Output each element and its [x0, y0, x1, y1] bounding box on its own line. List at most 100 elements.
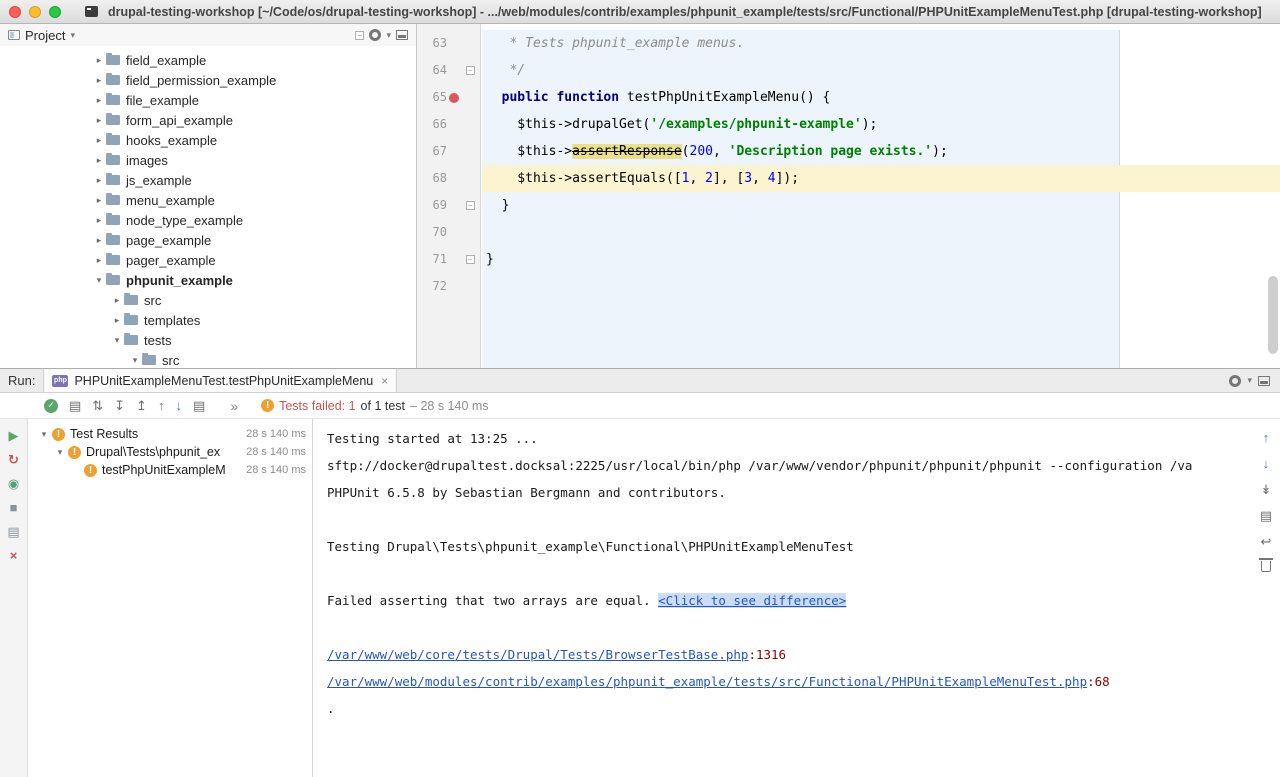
chevron-right-icon[interactable]: ▸ — [110, 295, 124, 306]
test-history-button[interactable]: ▤ — [193, 399, 205, 412]
tree-item[interactable]: ▸node_type_example — [0, 210, 416, 230]
test-tree-row[interactable]: !testPhpUnitExampleM28 s 140 ms — [28, 461, 312, 479]
code-line[interactable]: 72 — [417, 273, 1280, 300]
code-line[interactable]: 69– } — [417, 192, 1280, 219]
chevron-right-icon[interactable]: ▸ — [92, 115, 106, 126]
test-failed-gutter-icon[interactable] — [449, 93, 459, 103]
code-line[interactable]: 63 * Tests phpunit_example menus. — [417, 30, 1280, 57]
chevron-down-icon[interactable]: ▾ — [70, 30, 75, 41]
tree-item[interactable]: ▸pager_example — [0, 250, 416, 270]
chevron-right-icon[interactable]: ▸ — [92, 95, 106, 106]
code-line[interactable]: 64– */ — [417, 57, 1280, 84]
toggle-auto-test-button[interactable]: ◉ — [8, 477, 19, 490]
tree-item[interactable]: ▾phpunit_example — [0, 270, 416, 290]
chevron-right-icon[interactable]: ▸ — [92, 235, 106, 246]
code-text[interactable] — [482, 219, 1280, 246]
settings-gear-icon[interactable] — [369, 29, 381, 41]
show-ignored-button[interactable]: ▤ — [69, 399, 81, 412]
previous-failed-test-button[interactable]: ↑ — [158, 399, 165, 412]
chevron-right-icon[interactable]: ▸ — [92, 195, 106, 206]
code-text[interactable]: $this->drupalGet('/examples/phpunit-exam… — [482, 111, 1280, 138]
rerun-failed-tests-button[interactable]: ↻ — [8, 453, 19, 466]
collapse-all-button[interactable]: – — [355, 31, 364, 40]
project-panel-title[interactable]: Project — [25, 28, 65, 43]
fold-marker-icon[interactable]: – — [466, 66, 475, 75]
tree-item[interactable]: ▸menu_example — [0, 190, 416, 210]
close-tab-icon[interactable]: × — [381, 374, 388, 388]
chevron-down-icon[interactable]: ▾ — [128, 355, 142, 366]
code-text[interactable]: $this->assertResponse(200, 'Description … — [482, 138, 1280, 165]
stop-button[interactable]: ■ — [10, 501, 18, 514]
sort-by-duration-button[interactable]: ⇅ — [92, 399, 103, 412]
collapse-all-button[interactable]: ↥ — [136, 399, 147, 412]
clear-console-button[interactable] — [1261, 561, 1271, 572]
code-line[interactable]: 66 $this->drupalGet('/examples/phpunit-e… — [417, 111, 1280, 138]
code-line[interactable]: 65 public function testPhpUnitExampleMen… — [417, 84, 1280, 111]
prev-occurrence-button[interactable]: ↑ — [1263, 431, 1270, 444]
tree-item[interactable]: ▸images — [0, 150, 416, 170]
chevron-down-icon[interactable]: ▾ — [36, 429, 52, 440]
chevron-down-icon[interactable]: ▾ — [52, 447, 68, 458]
tree-item[interactable]: ▸page_example — [0, 230, 416, 250]
scroll-to-end-button[interactable]: ↡ — [1261, 483, 1272, 496]
chevron-right-icon[interactable]: ▸ — [92, 155, 106, 166]
fold-marker-icon[interactable]: – — [466, 255, 475, 264]
hide-run-panel-button[interactable] — [1258, 376, 1270, 386]
next-failed-test-button[interactable]: ↓ — [176, 399, 183, 412]
more-actions-icon[interactable]: » — [230, 399, 238, 413]
chevron-right-icon[interactable]: ▸ — [92, 75, 106, 86]
chevron-down-icon[interactable]: ▾ — [386, 30, 391, 41]
rerun-tests-button[interactable]: ▶ — [9, 429, 19, 442]
tree-item[interactable]: ▸src — [0, 290, 416, 310]
restore-layout-button[interactable]: ▤ — [7, 525, 19, 538]
close-window-button[interactable] — [9, 6, 21, 18]
code-line[interactable]: 68 $this->assertEquals([1, 2], [3, 4]); — [417, 165, 1280, 192]
settings-gear-icon[interactable] — [1229, 375, 1241, 387]
chevron-right-icon[interactable]: ▸ — [92, 255, 106, 266]
code-line[interactable]: 70 — [417, 219, 1280, 246]
editor-empty-area[interactable] — [482, 300, 1280, 368]
tree-item[interactable]: ▾src — [0, 350, 416, 368]
tree-item[interactable]: ▸templates — [0, 310, 416, 330]
project-tool-window-icon[interactable] — [8, 30, 20, 40]
tree-item[interactable]: ▾tests — [0, 330, 416, 350]
code-line[interactable]: 67 $this->assertResponse(200, 'Descripti… — [417, 138, 1280, 165]
tree-item[interactable]: ▸hooks_example — [0, 130, 416, 150]
code-lines[interactable]: 63 * Tests phpunit_example menus.64– */6… — [417, 30, 1280, 300]
code-line[interactable]: 71–} — [417, 246, 1280, 273]
minimize-window-button[interactable] — [29, 6, 41, 18]
next-occurrence-button[interactable]: ↓ — [1263, 457, 1270, 470]
test-tree-row[interactable]: ▾!Drupal\Tests\phpunit_ex28 s 140 ms — [28, 443, 312, 461]
console-link[interactable]: /var/www/web/core/tests/Drupal/Tests/Bro… — [327, 647, 748, 662]
console-link[interactable]: /var/www/web/modules/contrib/examples/ph… — [327, 674, 1087, 689]
print-console-button[interactable]: ▤ — [1260, 509, 1272, 522]
code-text[interactable]: public function testPhpUnitExampleMenu()… — [482, 84, 1280, 111]
editor[interactable]: 63 * Tests phpunit_example menus.64– */6… — [417, 24, 1280, 368]
tree-item[interactable]: ▸field_permission_example — [0, 70, 416, 90]
test-tree-row[interactable]: ▾!Test Results28 s 140 ms — [28, 425, 312, 443]
show-passed-button[interactable]: ✓ — [44, 399, 58, 413]
close-run-panel-button[interactable]: × — [10, 549, 18, 562]
chevron-right-icon[interactable]: ▸ — [92, 55, 106, 66]
code-text[interactable]: */ — [482, 57, 1280, 84]
tree-item[interactable]: ▸field_example — [0, 50, 416, 70]
zoom-window-button[interactable] — [49, 6, 61, 18]
chevron-right-icon[interactable]: ▸ — [92, 135, 106, 146]
console-link[interactable]: <Click to see difference> — [658, 593, 846, 608]
chevron-right-icon[interactable]: ▸ — [92, 215, 106, 226]
editor-scrollbar[interactable] — [1268, 276, 1278, 354]
chevron-down-icon[interactable]: ▾ — [110, 335, 124, 346]
tree-item[interactable]: ▸form_api_example — [0, 110, 416, 130]
code-text[interactable]: } — [482, 192, 1280, 219]
run-tab[interactable]: php PHPUnitExampleMenuTest.testPhpUnitEx… — [43, 369, 397, 392]
code-text[interactable]: * Tests phpunit_example menus. — [482, 30, 1280, 57]
code-text[interactable] — [482, 273, 1280, 300]
soft-wrap-button[interactable]: ↩ — [1261, 535, 1272, 548]
chevron-right-icon[interactable]: ▸ — [110, 315, 124, 326]
code-text[interactable]: $this->assertEquals([1, 2], [3, 4]); — [482, 165, 1280, 192]
expand-all-button[interactable]: ↧ — [114, 399, 125, 412]
chevron-right-icon[interactable]: ▸ — [92, 175, 106, 186]
hide-panel-button[interactable] — [396, 30, 408, 40]
chevron-down-icon[interactable]: ▾ — [92, 275, 106, 286]
fold-marker-icon[interactable]: – — [466, 201, 475, 210]
